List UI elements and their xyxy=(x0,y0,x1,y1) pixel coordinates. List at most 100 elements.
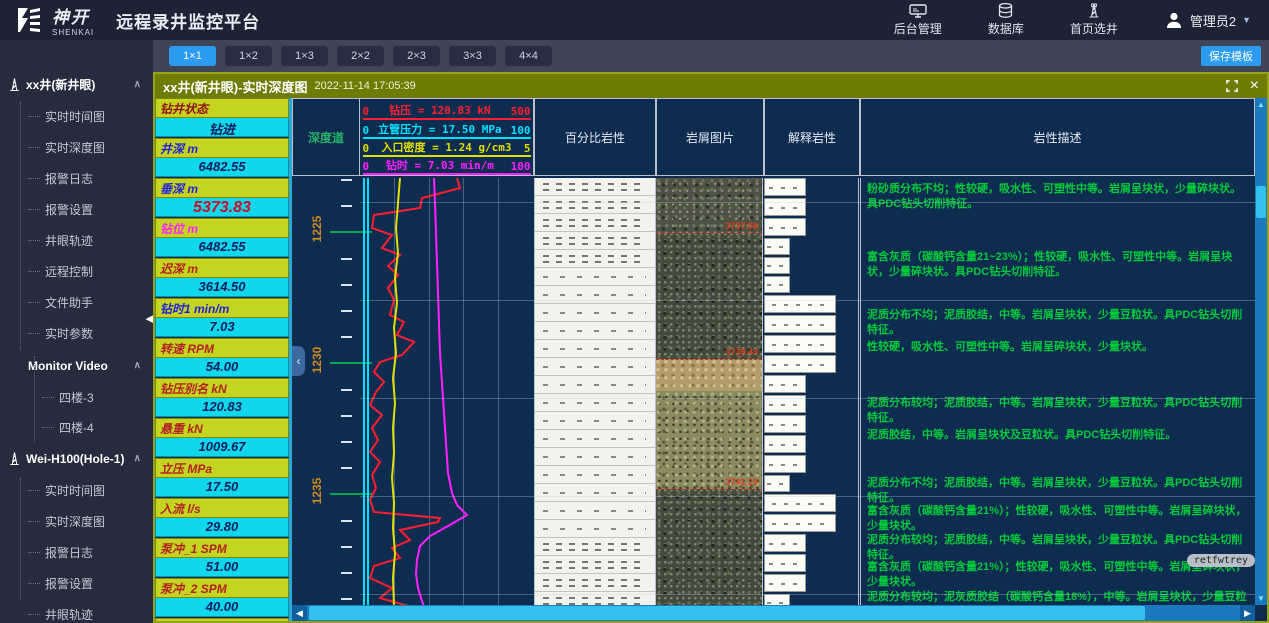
layout-button-1×2[interactable]: 1×2 xyxy=(225,46,272,66)
layout-button-2×2[interactable]: 2×2 xyxy=(337,46,384,66)
sidebar-item[interactable]: 远程控制 xyxy=(0,256,153,287)
param-collapse-handle[interactable]: ‹ xyxy=(292,346,305,376)
lithology-percent-row xyxy=(535,358,655,376)
tree-connector xyxy=(28,302,40,303)
cuttings-photo-section xyxy=(656,233,762,359)
sidebar-item[interactable]: 报警设置 xyxy=(0,194,153,225)
parameter-label: 钻时1 min/m xyxy=(155,298,289,318)
parameter-label: 垂深 m xyxy=(155,178,289,198)
realtime-parameter-column: 钻井状态钻进井深 m6482.55垂深 m5373.83钻位 m6482.55迟… xyxy=(155,98,292,621)
lithology-percent-row xyxy=(535,430,655,448)
cuttings-depth-label: 3737.58 xyxy=(725,221,758,231)
parameter-block: 泵冲_1 SPM51.00 xyxy=(155,538,289,577)
horizontal-scroll-thumb[interactable] xyxy=(309,606,1145,620)
parameter-label: 钻井状态 xyxy=(155,98,289,118)
sidebar-item-label: 报警设置 xyxy=(45,575,93,592)
lithology-description-text: 泥质分布较均；泥质胶结，中等。岩屑呈块状，少量豆粒状。具PDC钻头切削特征。 xyxy=(867,396,1251,426)
lithology-percent-row xyxy=(535,376,655,394)
sidebar-item[interactable]: 文件助手 xyxy=(0,287,153,318)
sidebar-collapse-handle[interactable]: ◀ xyxy=(146,312,153,325)
layout-button-4×4[interactable]: 4×4 xyxy=(505,46,552,66)
parameter-value-text: 6482.55 xyxy=(199,159,246,174)
menu-home-well-select[interactable]: 首页选井 xyxy=(1070,3,1118,37)
sidebar-item[interactable]: Monitor Video∧ xyxy=(0,349,153,382)
scroll-down-button[interactable]: ▼ xyxy=(1255,592,1267,605)
parameter-value: 6482.55 xyxy=(155,158,289,177)
lithology-percent-row xyxy=(535,556,655,574)
sidebar-item[interactable]: 实时时间图 xyxy=(0,101,153,132)
parameter-value-text: 40.00 xyxy=(206,599,239,614)
layout-button-1×1[interactable]: 1×1 xyxy=(169,46,216,66)
sidebar-item-label: 实时时间图 xyxy=(45,108,105,125)
collapse-caret-icon[interactable]: ∧ xyxy=(134,453,141,464)
collapse-caret-icon[interactable]: ∧ xyxy=(134,79,141,90)
parameter-label: 悬重 kN xyxy=(155,418,289,438)
interpreted-lithology-box xyxy=(764,315,836,333)
depth-log-chart: 深度道 0钻压 = 120.83 kN5000立管压力 = 17.50 MPa1… xyxy=(292,98,1267,621)
depth-track-header: 深度道 xyxy=(292,98,360,176)
menu-backend-admin[interactable]: 后台管理 xyxy=(894,4,942,37)
sidebar-item-label: 井眼轨迹 xyxy=(45,232,93,249)
curve-legend-row: 0钻时 = 7.03 min/m100 xyxy=(363,157,531,175)
user-menu[interactable]: 管理员2 ▼ xyxy=(1164,10,1251,30)
sidebar-item[interactable]: 四楼-4 xyxy=(0,412,153,442)
scroll-up-button[interactable]: ▲ xyxy=(1255,98,1267,111)
parameter-label: 钻位 m xyxy=(155,218,289,238)
vertical-scrollbar[interactable]: ▲ ▼ xyxy=(1255,98,1267,605)
sidebar-item[interactable]: 实时深度图 xyxy=(0,132,153,163)
legend-scale-min: 0 xyxy=(363,142,370,155)
sidebar-item[interactable]: 井眼轨迹 xyxy=(0,599,153,623)
interpreted-lithology-box xyxy=(764,257,790,274)
cuttings-depth-boundary xyxy=(656,359,762,360)
parameter-value-text: 7.03 xyxy=(209,319,234,334)
percent-lithology-track xyxy=(534,178,656,605)
sidebar-item[interactable]: 报警日志 xyxy=(0,163,153,194)
lithology-description-text: 泥质分布不均；泥质胶结，中等。岩屑呈块状，少量豆粒状。具PDC钻头切削特征。 xyxy=(867,308,1251,338)
layout-button-2×3[interactable]: 2×3 xyxy=(393,46,440,66)
tree-connector xyxy=(42,427,54,428)
parameter-value: 51.00 xyxy=(155,558,289,577)
avatar-icon xyxy=(1164,10,1184,30)
close-icon[interactable]: × xyxy=(1250,78,1259,94)
scroll-right-button[interactable]: ▶ xyxy=(1240,605,1255,621)
sidebar-item[interactable]: xx井(新井眼)∧ xyxy=(0,68,153,101)
derrick-icon xyxy=(8,451,21,466)
sidebar-item[interactable]: 实时时间图 xyxy=(0,475,153,506)
panel-title-bar: xx井(新井眼)-实时深度图 2022-11-14 17:05:39 × xyxy=(155,74,1267,98)
depth-major-tick xyxy=(330,362,360,364)
sidebar-item[interactable]: 井眼轨迹 xyxy=(0,225,153,256)
scroll-left-button[interactable]: ◀ xyxy=(292,605,307,621)
lithology-percent-row xyxy=(535,232,655,250)
interpreted-lithology-track xyxy=(764,178,859,605)
sidebar-item[interactable]: 实时参数 xyxy=(0,318,153,349)
sidebar-item[interactable]: 四楼-3 xyxy=(0,382,153,412)
expand-icon[interactable] xyxy=(1226,80,1238,92)
parameter-value-text: 54.00 xyxy=(206,359,239,374)
vertical-scroll-thumb[interactable] xyxy=(1256,186,1266,218)
layout-button-1×3[interactable]: 1×3 xyxy=(281,46,328,66)
user-caret-icon: ▼ xyxy=(1242,15,1251,25)
legend-scale-min: 0 xyxy=(363,160,370,173)
depth-minor-tick xyxy=(341,284,352,286)
interpreted-lithology-box xyxy=(764,574,806,592)
sidebar-item[interactable]: 报警日志 xyxy=(0,537,153,568)
parameter-value-text: 3614.50 xyxy=(199,279,246,294)
sidebar-item[interactable]: 报警设置 xyxy=(0,568,153,599)
depth-track: 122512301235 xyxy=(292,178,360,605)
save-template-button[interactable]: 保存模板 xyxy=(1201,46,1261,66)
depth-minor-tick xyxy=(341,520,352,522)
shenkai-logo-icon xyxy=(14,6,44,34)
layout-button-3×3[interactable]: 3×3 xyxy=(449,46,496,66)
lithology-percent-row xyxy=(535,520,655,538)
well-tree: xx井(新井眼)∧实时时间图实时深度图报警日志报警设置井眼轨迹远程控制文件助手实… xyxy=(0,40,153,623)
menu-database[interactable]: 数据库 xyxy=(988,3,1024,37)
column-header-cuttings-photo: 岩屑图片 xyxy=(656,98,764,176)
depth-minor-tick xyxy=(341,389,352,391)
sidebar-item[interactable]: 实时深度图 xyxy=(0,506,153,537)
parameter-value-text: 120.83 xyxy=(202,399,242,414)
collapse-caret-icon[interactable]: ∧ xyxy=(134,360,141,371)
curve-legend: 0钻压 = 120.83 kN5000立管压力 = 17.50 MPa1000入… xyxy=(360,98,534,176)
sidebar-item[interactable]: Wei-H100(Hole-1)∧ xyxy=(0,442,153,475)
horizontal-scrollbar[interactable]: ◀ ▶ xyxy=(292,605,1255,621)
tree-connector-line xyxy=(20,478,21,600)
